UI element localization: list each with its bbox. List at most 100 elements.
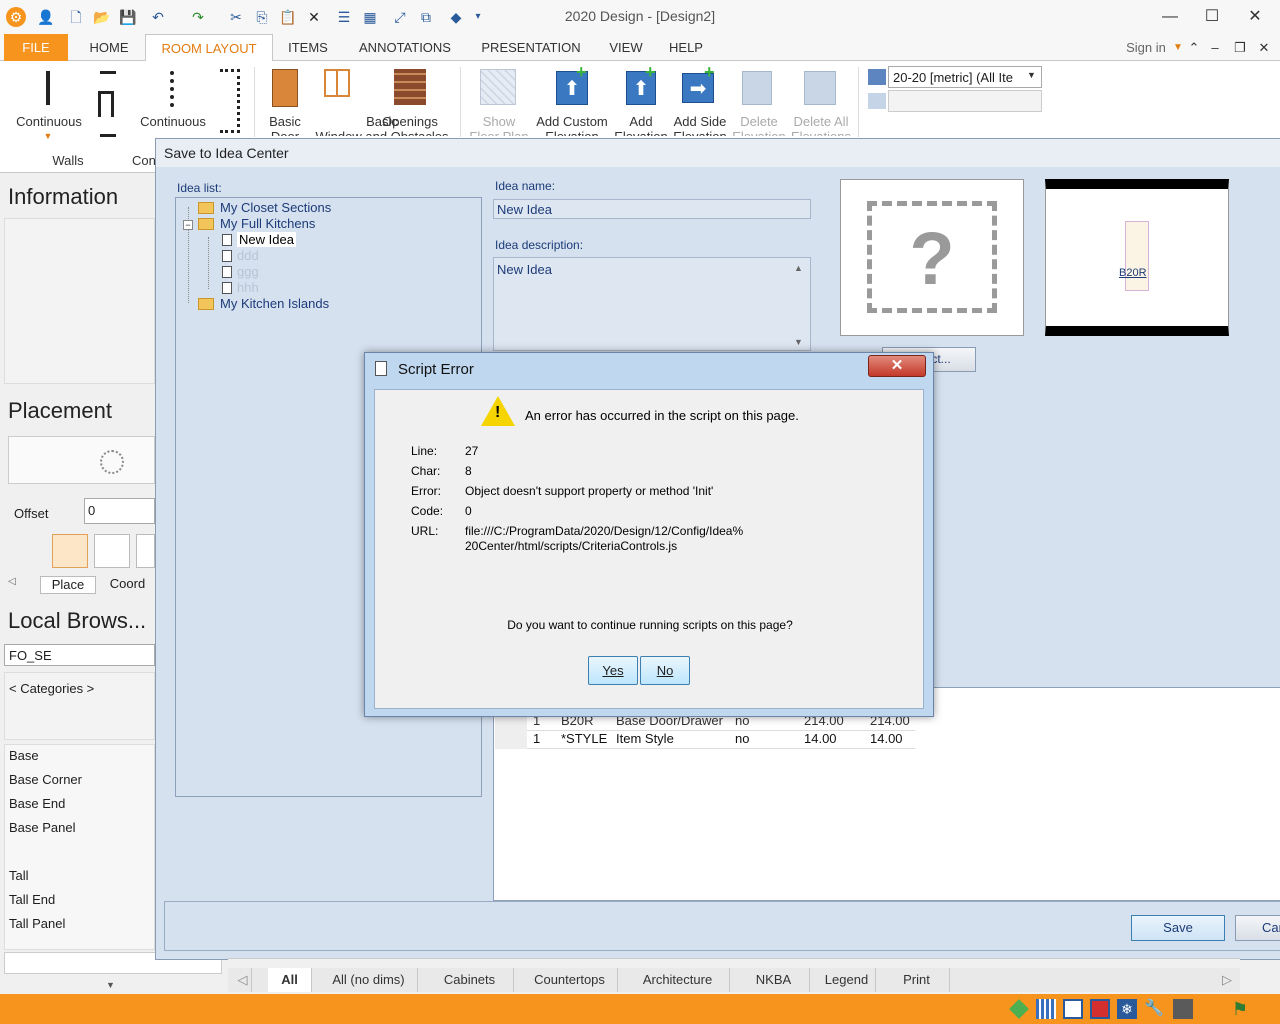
list-item[interactable]: Tall End xyxy=(9,892,55,907)
idea-description-textarea[interactable]: New Idea xyxy=(493,257,811,351)
doc-minimize-button[interactable]: – xyxy=(1206,34,1224,61)
grid-icon[interactable] xyxy=(1036,999,1056,1019)
tab-home[interactable]: HOME xyxy=(78,34,140,61)
tab-room-layout[interactable]: ROOM LAYOUT xyxy=(145,34,273,61)
catalog-dropdown-icon[interactable]: ▼ xyxy=(1027,70,1036,80)
tools-icon[interactable]: 🔧 xyxy=(1144,999,1164,1019)
secondary-combo[interactable] xyxy=(888,90,1042,112)
tab-view[interactable]: VIEW xyxy=(598,34,654,61)
dotted-room-icon[interactable] xyxy=(220,69,240,133)
document-icon xyxy=(222,250,232,262)
tab-print[interactable]: Print xyxy=(884,968,950,992)
tree-item[interactable]: My Full Kitchens xyxy=(220,216,315,231)
window-title: 2020 Design - [Design2] xyxy=(564,8,716,24)
tree-item[interactable]: ggg xyxy=(237,264,259,279)
secondary-catalog-icon xyxy=(868,93,886,109)
tab-legend[interactable]: Legend xyxy=(818,968,876,992)
tree-item[interactable]: hhh xyxy=(237,280,259,295)
tree-collapse-icon[interactable]: − xyxy=(183,220,193,230)
basic-door-button[interactable]: Basic Door xyxy=(262,114,308,136)
continuous-lines-button[interactable]: Continuous xyxy=(134,114,212,129)
offset-input[interactable]: 0 xyxy=(84,498,155,524)
sign-in-link[interactable]: Sign in xyxy=(1118,34,1174,61)
add-side-elevation-button[interactable]: Add Side Elevation xyxy=(670,114,730,136)
tab-file[interactable]: FILE xyxy=(4,34,68,61)
document-icon xyxy=(222,266,232,278)
categories-navigator[interactable]: < Categories > xyxy=(4,672,155,740)
list-item[interactable]: Base End xyxy=(9,796,65,811)
tab-annotations[interactable]: ANNOTATIONS xyxy=(346,34,464,61)
tab-all-no-dims[interactable]: All (no dims) xyxy=(320,968,418,992)
coord-tab[interactable]: Coord xyxy=(100,576,155,594)
url-value: file:///C:/ProgramData/2020/Design/12/Co… xyxy=(465,524,744,553)
list-item[interactable]: Tall Panel xyxy=(9,916,65,931)
maximize-button[interactable]: ☐ xyxy=(1198,6,1226,28)
save-button[interactable]: Save xyxy=(1131,915,1225,941)
continuous-walls-button[interactable]: Continuous xyxy=(8,114,90,129)
scroll-down-icon[interactable]: ▼ xyxy=(794,337,803,347)
no-button[interactable]: No xyxy=(640,656,690,685)
tab-all[interactable]: All xyxy=(268,968,312,992)
delete-elevation-button[interactable]: Delete Elevation xyxy=(732,114,786,136)
idea-name-input[interactable]: New Idea xyxy=(493,199,811,219)
filter-input[interactable]: FO_SE xyxy=(4,644,155,666)
scroll-up-icon[interactable]: ▲ xyxy=(794,263,803,273)
tabs-scroll-right-icon[interactable]: ▷ xyxy=(1218,968,1236,992)
error-label: Error: xyxy=(411,484,441,498)
tab-countertops[interactable]: Countertops xyxy=(522,968,618,992)
tab-items[interactable]: ITEMS xyxy=(278,34,338,61)
list-item[interactable]: Base Panel xyxy=(9,820,76,835)
tab-cabinets[interactable]: Cabinets xyxy=(426,968,514,992)
delete-elevation-icon xyxy=(742,71,772,105)
list-item[interactable]: Base xyxy=(9,748,39,763)
rotation-dial-icon[interactable] xyxy=(100,450,124,474)
tab-scroll-left-icon[interactable]: ◁ xyxy=(8,576,16,587)
dotted-wall-icon xyxy=(170,71,174,107)
camera-icon[interactable] xyxy=(1173,999,1193,1019)
snowflake-icon[interactable]: ❄ xyxy=(1117,999,1137,1019)
doc-restore-button[interactable]: ❐ xyxy=(1230,34,1250,61)
yes-button[interactable]: Yes xyxy=(588,656,638,685)
add-elevation-button[interactable]: Add Elevation xyxy=(612,114,670,136)
collision-icon[interactable] xyxy=(1090,999,1110,1019)
delete-all-elevations-button[interactable]: Delete All Elevations xyxy=(788,114,854,136)
panel-expand-icon[interactable]: ▼ xyxy=(106,980,115,990)
place-item-button[interactable] xyxy=(52,534,88,568)
list-item[interactable]: Base Corner xyxy=(9,772,82,787)
list-item[interactable]: Tall xyxy=(9,868,29,883)
place-next-button[interactable] xyxy=(94,534,130,568)
idea-description-label: Idea description: xyxy=(495,238,584,252)
layout-icon[interactable] xyxy=(1063,999,1083,1019)
cancel-button[interactable]: Car xyxy=(1235,915,1280,941)
place-tab[interactable]: Place xyxy=(40,576,96,594)
horizontal-scrollbar[interactable] xyxy=(228,958,1240,968)
tree-item-selected[interactable]: New Idea xyxy=(237,232,296,247)
tab-presentation[interactable]: PRESENTATION xyxy=(472,34,590,61)
show-floor-plan-button[interactable]: Show Floor Plan xyxy=(466,114,532,136)
tabs-scroll-left-icon[interactable]: ◁ xyxy=(234,968,252,992)
table-row[interactable]: 1 *STYLE Item Style no 14.00 14.00 xyxy=(495,731,915,749)
add-custom-elevation-button[interactable]: Add Custom Elevation xyxy=(530,114,614,136)
close-button[interactable]: ✕ xyxy=(1241,6,1269,28)
tree-item[interactable]: ddd xyxy=(237,248,259,263)
continuous-dropdown-icon[interactable]: ▼ xyxy=(42,129,54,144)
tree-item[interactable]: My Kitchen Islands xyxy=(220,296,329,311)
place-other-button[interactable] xyxy=(136,534,155,568)
tab-architecture[interactable]: Architecture xyxy=(626,968,730,992)
openings-button[interactable]: Openings xyxy=(378,114,442,129)
sign-in-dropdown-icon[interactable]: ▼ xyxy=(1172,34,1184,61)
collapse-ribbon-icon[interactable]: ⌃ xyxy=(1186,34,1202,61)
snap-icon[interactable] xyxy=(1009,999,1029,1019)
error-dialog-title: Script Error xyxy=(398,361,474,378)
tree-item[interactable]: My Closet Sections xyxy=(220,200,331,215)
catalog-combo[interactable]: 20-20 [metric] (All Ite xyxy=(888,66,1042,88)
door-icon xyxy=(272,69,298,107)
tab-help[interactable]: HELP xyxy=(660,34,712,61)
minimize-button[interactable]: — xyxy=(1156,6,1184,28)
error-close-button[interactable]: ✕ xyxy=(868,355,926,377)
tab-nkba[interactable]: NKBA xyxy=(738,968,810,992)
flag-icon[interactable]: ⚑ xyxy=(1230,999,1250,1019)
idea-name-label: Idea name: xyxy=(495,179,556,193)
dialog-footer xyxy=(164,901,1280,951)
doc-close-button[interactable]: ✕ xyxy=(1254,34,1274,61)
